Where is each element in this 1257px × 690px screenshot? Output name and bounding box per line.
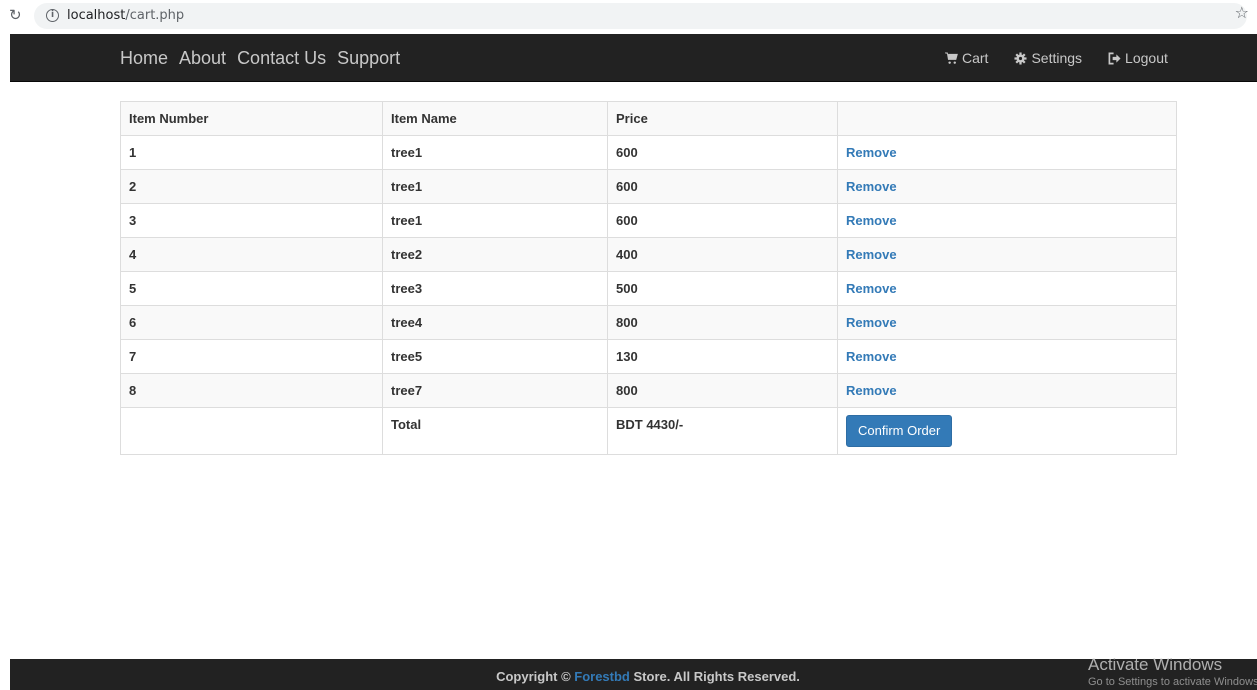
cell-price: 500 xyxy=(607,271,838,306)
cart-table: Item Number Item Name Price 1 tree1 600 … xyxy=(120,101,1177,455)
remove-link[interactable]: Remove xyxy=(846,145,897,160)
cell-item-number: 5 xyxy=(120,271,383,306)
gear-icon xyxy=(1014,51,1027,65)
address-bar[interactable]: i localhost/cart.php xyxy=(34,3,1247,29)
url-path: /cart.php xyxy=(125,8,185,23)
cell-action: Remove xyxy=(837,169,1177,204)
total-action-cell: Confirm Order xyxy=(837,407,1177,455)
cell-item-name: tree1 xyxy=(382,135,608,170)
footer-brand-link[interactable]: Forestbd xyxy=(574,669,630,684)
cell-item-name: tree2 xyxy=(382,237,608,272)
table-row: 2 tree1 600 Remove xyxy=(120,169,1177,204)
cell-action: Remove xyxy=(837,373,1177,408)
footer-prefix: Copyright © xyxy=(496,669,575,684)
reload-icon[interactable]: ↻ xyxy=(9,7,25,23)
remove-link[interactable]: Remove xyxy=(846,281,897,296)
remove-link[interactable]: Remove xyxy=(846,315,897,330)
info-icon[interactable]: i xyxy=(46,9,59,22)
watermark-subtitle: Go to Settings to activate Windows. xyxy=(1088,676,1257,688)
browser-toolbar: ↻ i localhost/cart.php ☆ xyxy=(0,0,1257,34)
table-row: 8 tree7 800 Remove xyxy=(120,373,1177,408)
total-value: BDT 4430/- xyxy=(607,407,838,455)
cell-item-number: 1 xyxy=(120,135,383,170)
top-navbar: Home About Contact Us Support Cart Setti… xyxy=(10,34,1257,82)
table-row: 6 tree4 800 Remove xyxy=(120,305,1177,340)
footer: Copyright © Forestbd Store. All Rights R… xyxy=(10,659,1257,690)
cell-item-number: 3 xyxy=(120,203,383,238)
nav-cart-label: Cart xyxy=(962,50,989,66)
cell-item-name: tree1 xyxy=(382,169,608,204)
table-row: 3 tree1 600 Remove xyxy=(120,203,1177,238)
cell-price: 600 xyxy=(607,135,838,170)
total-label: Total xyxy=(382,407,608,455)
header-item-number: Item Number xyxy=(120,101,383,136)
cell-item-name: tree7 xyxy=(382,373,608,408)
confirm-order-button[interactable]: Confirm Order xyxy=(846,415,953,447)
cell-item-name: tree1 xyxy=(382,203,608,238)
nav-settings[interactable]: Settings xyxy=(1014,50,1082,66)
cell-action: Remove xyxy=(837,271,1177,306)
cart-icon xyxy=(945,51,958,64)
bookmark-star-icon[interactable]: ☆ xyxy=(1235,3,1249,22)
cell-price: 800 xyxy=(607,305,838,340)
nav-link-home[interactable]: Home xyxy=(120,48,168,69)
nav-cart[interactable]: Cart xyxy=(945,50,988,66)
nav-settings-label: Settings xyxy=(1031,50,1083,66)
remove-link[interactable]: Remove xyxy=(846,179,897,194)
nav-right-links: Cart Settings Logout xyxy=(945,34,1194,82)
cell-price: 600 xyxy=(607,203,838,238)
table-row: 5 tree3 500 Remove xyxy=(120,271,1177,306)
cell-item-number: 6 xyxy=(120,305,383,340)
cell-item-number: 4 xyxy=(120,237,383,272)
remove-link[interactable]: Remove xyxy=(846,349,897,364)
nav-link-contact-us[interactable]: Contact Us xyxy=(237,48,326,69)
url-host: localhost xyxy=(67,8,126,23)
total-empty-cell xyxy=(120,407,383,455)
cell-action: Remove xyxy=(837,237,1177,272)
cell-item-number: 7 xyxy=(120,339,383,374)
cell-action: Remove xyxy=(837,339,1177,374)
logout-icon xyxy=(1108,52,1121,64)
cell-price: 130 xyxy=(607,339,838,374)
header-action xyxy=(837,101,1177,136)
nav-link-about[interactable]: About xyxy=(179,48,226,69)
nav-logout[interactable]: Logout xyxy=(1108,50,1168,66)
nav-link-support[interactable]: Support xyxy=(337,48,400,69)
remove-link[interactable]: Remove xyxy=(846,383,897,398)
cell-action: Remove xyxy=(837,203,1177,238)
nav-logout-label: Logout xyxy=(1125,50,1168,66)
table-header-row: Item Number Item Name Price xyxy=(120,101,1177,136)
footer-suffix: Store. All Rights Reserved. xyxy=(629,669,800,684)
cell-item-name: tree3 xyxy=(382,271,608,306)
cell-item-number: 2 xyxy=(120,169,383,204)
table-row: 7 tree5 130 Remove xyxy=(120,339,1177,374)
total-row: Total BDT 4430/- Confirm Order xyxy=(120,407,1177,455)
cell-action: Remove xyxy=(837,135,1177,170)
cell-price: 800 xyxy=(607,373,838,408)
nav-left-links: Home About Contact Us Support xyxy=(120,34,411,82)
cell-price: 400 xyxy=(607,237,838,272)
activate-windows-watermark: Activate Windows Go to Settings to activ… xyxy=(1088,655,1257,690)
watermark-title: Activate Windows xyxy=(1088,655,1223,674)
footer-copyright: Copyright © Forestbd Store. All Rights R… xyxy=(10,669,1257,684)
url-text[interactable]: localhost/cart.php xyxy=(67,8,184,23)
header-price: Price xyxy=(607,101,838,136)
cell-item-name: tree5 xyxy=(382,339,608,374)
remove-link[interactable]: Remove xyxy=(846,213,897,228)
cell-action: Remove xyxy=(837,305,1177,340)
cell-price: 600 xyxy=(607,169,838,204)
table-row: 1 tree1 600 Remove xyxy=(120,135,1177,170)
header-item-name: Item Name xyxy=(382,101,608,136)
remove-link[interactable]: Remove xyxy=(846,247,897,262)
table-row: 4 tree2 400 Remove xyxy=(120,237,1177,272)
cell-item-number: 8 xyxy=(120,373,383,408)
cell-item-name: tree4 xyxy=(382,305,608,340)
